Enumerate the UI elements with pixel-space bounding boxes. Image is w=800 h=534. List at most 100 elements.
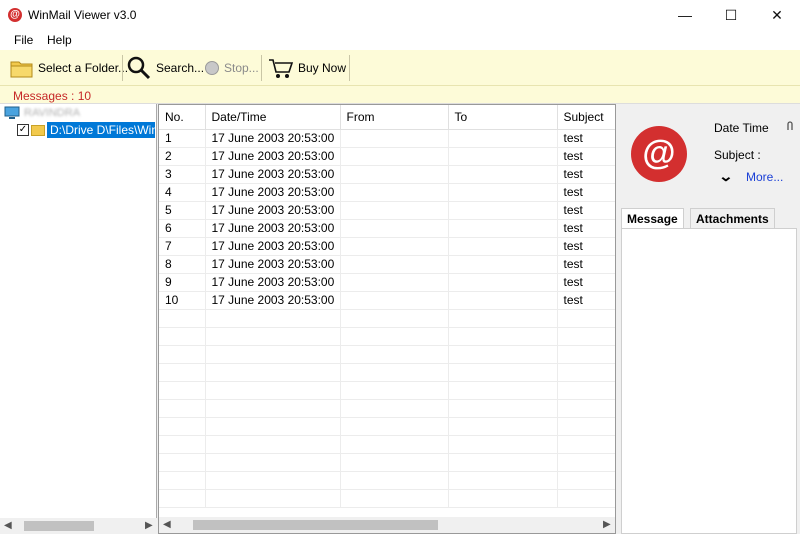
- table-cell: [340, 165, 449, 184]
- menu-bar: File Help: [0, 30, 800, 50]
- table-cell: [159, 363, 206, 382]
- table-cell: test: [557, 147, 615, 166]
- more-link[interactable]: More...: [746, 170, 783, 184]
- empty-table-row[interactable]: [159, 345, 615, 364]
- table-cell: [448, 237, 558, 256]
- table-row[interactable]: 3 17 June 2003 20:53:00 test: [159, 165, 615, 184]
- search-button[interactable]: Search...: [126, 54, 204, 82]
- title-bar: @ WinMail Viewer v3.0 — ☐ ✕: [0, 0, 800, 30]
- chevron-down-icon[interactable]: ⌄: [718, 168, 733, 185]
- table-cell: [340, 471, 449, 490]
- column-header-datetime[interactable]: Date/Time: [205, 105, 341, 130]
- table-cell: [340, 147, 449, 166]
- table-row[interactable]: 1 17 June 2003 20:53:00 test: [159, 129, 615, 148]
- close-button[interactable]: ✕: [754, 0, 800, 30]
- tree-root-label: RAVINDRA: [24, 107, 81, 119]
- table-cell: test: [557, 201, 615, 220]
- table-cell: test: [557, 183, 615, 202]
- table-cell: [159, 453, 206, 472]
- maximize-button[interactable]: ☐: [708, 0, 754, 30]
- tree-folder-label: D:\Drive D\Files\WinMail: [47, 122, 155, 138]
- select-folder-label: Select a Folder...: [38, 61, 129, 75]
- table-cell: test: [557, 291, 615, 310]
- tree-root-node[interactable]: RAVINDRA: [4, 106, 80, 120]
- table-row[interactable]: 4 17 June 2003 20:53:00 test: [159, 183, 615, 202]
- column-header-subject[interactable]: Subject: [557, 105, 615, 130]
- scrollbar-thumb[interactable]: [193, 520, 438, 530]
- select-folder-button[interactable]: Select a Folder...: [10, 54, 128, 82]
- stop-button[interactable]: Stop...: [204, 54, 259, 82]
- table-row[interactable]: 8 17 June 2003 20:53:00 test: [159, 255, 615, 274]
- tab-message[interactable]: Message: [621, 208, 684, 228]
- scroll-right-icon[interactable]: ▶: [603, 519, 611, 530]
- table-cell: [340, 381, 449, 400]
- table-cell: [159, 435, 206, 454]
- table-row[interactable]: 10 17 June 2003 20:53:00 test: [159, 291, 615, 310]
- table-cell: [557, 399, 615, 418]
- table-row[interactable]: 5 17 June 2003 20:53:00 test: [159, 201, 615, 220]
- empty-table-row[interactable]: [159, 489, 615, 508]
- table-cell: 17 June 2003 20:53:00: [205, 273, 341, 292]
- table-cell: 9: [159, 273, 206, 292]
- preview-subject-label: Subject :: [714, 148, 761, 162]
- menu-file[interactable]: File: [14, 33, 33, 47]
- buy-now-button[interactable]: Buy Now: [268, 54, 346, 82]
- empty-table-row[interactable]: [159, 381, 615, 400]
- scroll-right-icon[interactable]: ▶: [145, 520, 153, 531]
- table-cell: [340, 399, 449, 418]
- table-cell: 5: [159, 201, 206, 220]
- envelope-at-icon: @: [8, 8, 22, 22]
- table-cell: 17 June 2003 20:53:00: [205, 255, 341, 274]
- empty-table-row[interactable]: [159, 435, 615, 454]
- table-cell: [159, 471, 206, 490]
- table-cell: [448, 201, 558, 220]
- table-cell: [557, 327, 615, 346]
- table-cell: [448, 309, 558, 328]
- column-header-no[interactable]: No.: [159, 105, 206, 130]
- table-header-row: No. Date/Time From To Subject: [159, 105, 615, 130]
- empty-table-row[interactable]: [159, 327, 615, 346]
- folder-checkbox[interactable]: ✓: [17, 124, 29, 136]
- tree-folder-node[interactable]: ✓ D:\Drive D\Files\WinMail: [17, 122, 155, 138]
- scroll-left-icon[interactable]: ◀: [4, 520, 12, 531]
- toolbar-separator: [261, 55, 262, 81]
- empty-table-row[interactable]: [159, 471, 615, 490]
- table-cell: 10: [159, 291, 206, 310]
- tree-horizontal-scrollbar[interactable]: ◀ ▶: [0, 518, 157, 534]
- table-cell: [557, 453, 615, 472]
- table-cell: 17 June 2003 20:53:00: [205, 147, 341, 166]
- table-cell: [448, 471, 558, 490]
- table-row[interactable]: 7 17 June 2003 20:53:00 test: [159, 237, 615, 256]
- table-row[interactable]: 6 17 June 2003 20:53:00 test: [159, 219, 615, 238]
- tab-attachments[interactable]: Attachments: [690, 208, 775, 228]
- table-cell: [205, 471, 341, 490]
- empty-table-row[interactable]: [159, 399, 615, 418]
- menu-help[interactable]: Help: [47, 33, 72, 47]
- scrollbar-thumb[interactable]: [24, 521, 94, 531]
- table-cell: [340, 201, 449, 220]
- empty-table-row[interactable]: [159, 309, 615, 328]
- table-cell: [159, 381, 206, 400]
- computer-icon: [4, 106, 20, 119]
- empty-table-row[interactable]: [159, 363, 615, 382]
- empty-table-row[interactable]: [159, 453, 615, 472]
- list-horizontal-scrollbar[interactable]: ◀ ▶: [159, 517, 615, 533]
- table-cell: [557, 381, 615, 400]
- table-row[interactable]: 2 17 June 2003 20:53:00 test: [159, 147, 615, 166]
- table-cell: [340, 345, 449, 364]
- folder-icon: [10, 61, 33, 78]
- table-cell: test: [557, 219, 615, 238]
- column-header-to[interactable]: To: [448, 105, 558, 130]
- table-row[interactable]: 9 17 June 2003 20:53:00 test: [159, 273, 615, 292]
- table-cell: 7: [159, 237, 206, 256]
- table-cell: [340, 435, 449, 454]
- column-header-from[interactable]: From: [340, 105, 449, 130]
- scroll-left-icon[interactable]: ◀: [163, 519, 171, 530]
- window-title: WinMail Viewer v3.0: [28, 8, 137, 22]
- empty-table-row[interactable]: [159, 417, 615, 436]
- table-cell: [159, 399, 206, 418]
- table-cell: 17 June 2003 20:53:00: [205, 165, 341, 184]
- table-cell: [159, 489, 206, 508]
- table-cell: [448, 273, 558, 292]
- minimize-button[interactable]: —: [662, 0, 708, 30]
